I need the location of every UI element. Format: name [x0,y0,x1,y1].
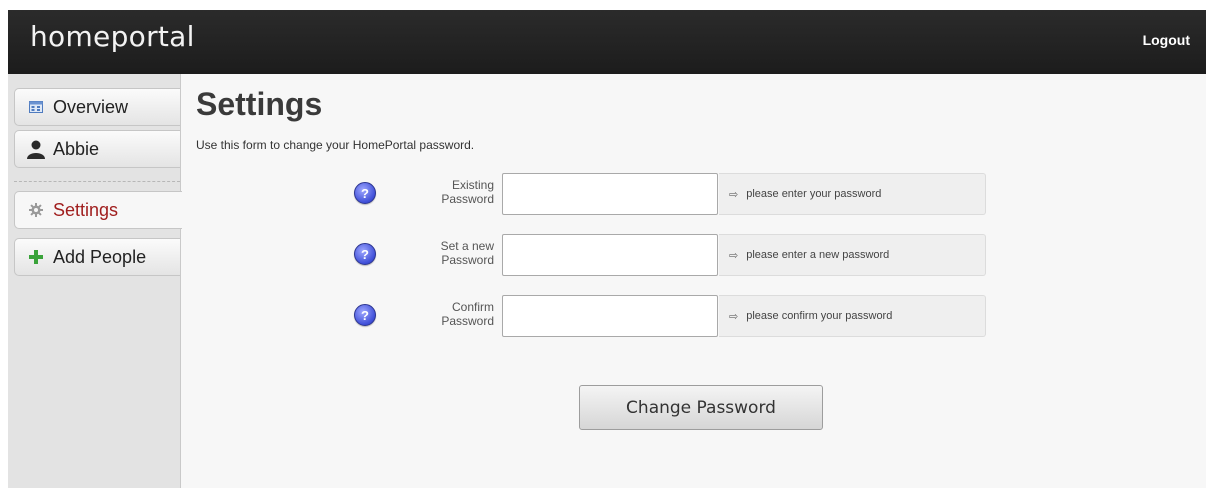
arrow-right-icon: ⇨ [729,249,739,262]
change-password-button[interactable]: Change Password [579,385,823,430]
sidebar-item-label: Abbie [53,138,100,159]
sidebar-item-overview[interactable]: Overview [14,88,180,126]
overview-grid-icon [25,96,47,118]
help-icon[interactable]: ? [354,243,376,265]
sidebar-item-add-people[interactable]: Add People [14,238,180,276]
plus-icon [25,246,47,268]
app-logo: homeportal [30,20,195,53]
sidebar-item-label: Settings [53,199,119,220]
person-icon [25,138,47,160]
field-label: Set a new Password [440,239,494,267]
sidebar: Overview Abbie Settings Add People [8,74,182,488]
new-password-input[interactable] [502,234,718,276]
page-title: Settings [196,86,323,122]
arrow-right-icon: ⇨ [729,188,739,201]
existing-password-input[interactable] [502,173,718,215]
confirm-password-row: ? Confirm Password ⇨ please confirm your… [196,295,996,337]
intro-text: Use this form to change your HomePortal … [196,138,475,152]
sidebar-item-abbie[interactable]: Abbie [14,130,180,168]
sidebar-item-label: Add People [53,246,147,267]
field-label: Existing Password [441,178,494,206]
sidebar-divider [14,181,180,182]
field-hint: ⇨ please enter your password [719,173,986,215]
help-icon[interactable]: ? [354,182,376,204]
logout-link[interactable]: Logout [1143,32,1190,48]
help-icon[interactable]: ? [354,304,376,326]
sidebar-item-label: Overview [53,96,129,117]
gear-icon [25,199,47,221]
field-label: Confirm Password [441,300,494,328]
new-password-row: ? Set a new Password ⇨ please enter a ne… [196,234,996,276]
field-hint: ⇨ please enter a new password [719,234,986,276]
app-body: Overview Abbie Settings Add People Setti… [8,74,1206,488]
field-hint: ⇨ please confirm your password [719,295,986,337]
confirm-password-input[interactable] [502,295,718,337]
settings-panel: Settings Use this form to change your Ho… [196,74,1206,488]
top-bar: homeportal Logout [8,10,1206,74]
arrow-right-icon: ⇨ [729,310,739,323]
existing-password-row: ? Existing Password ⇨ please enter your … [196,173,996,215]
sidebar-item-settings[interactable]: Settings [14,191,182,229]
